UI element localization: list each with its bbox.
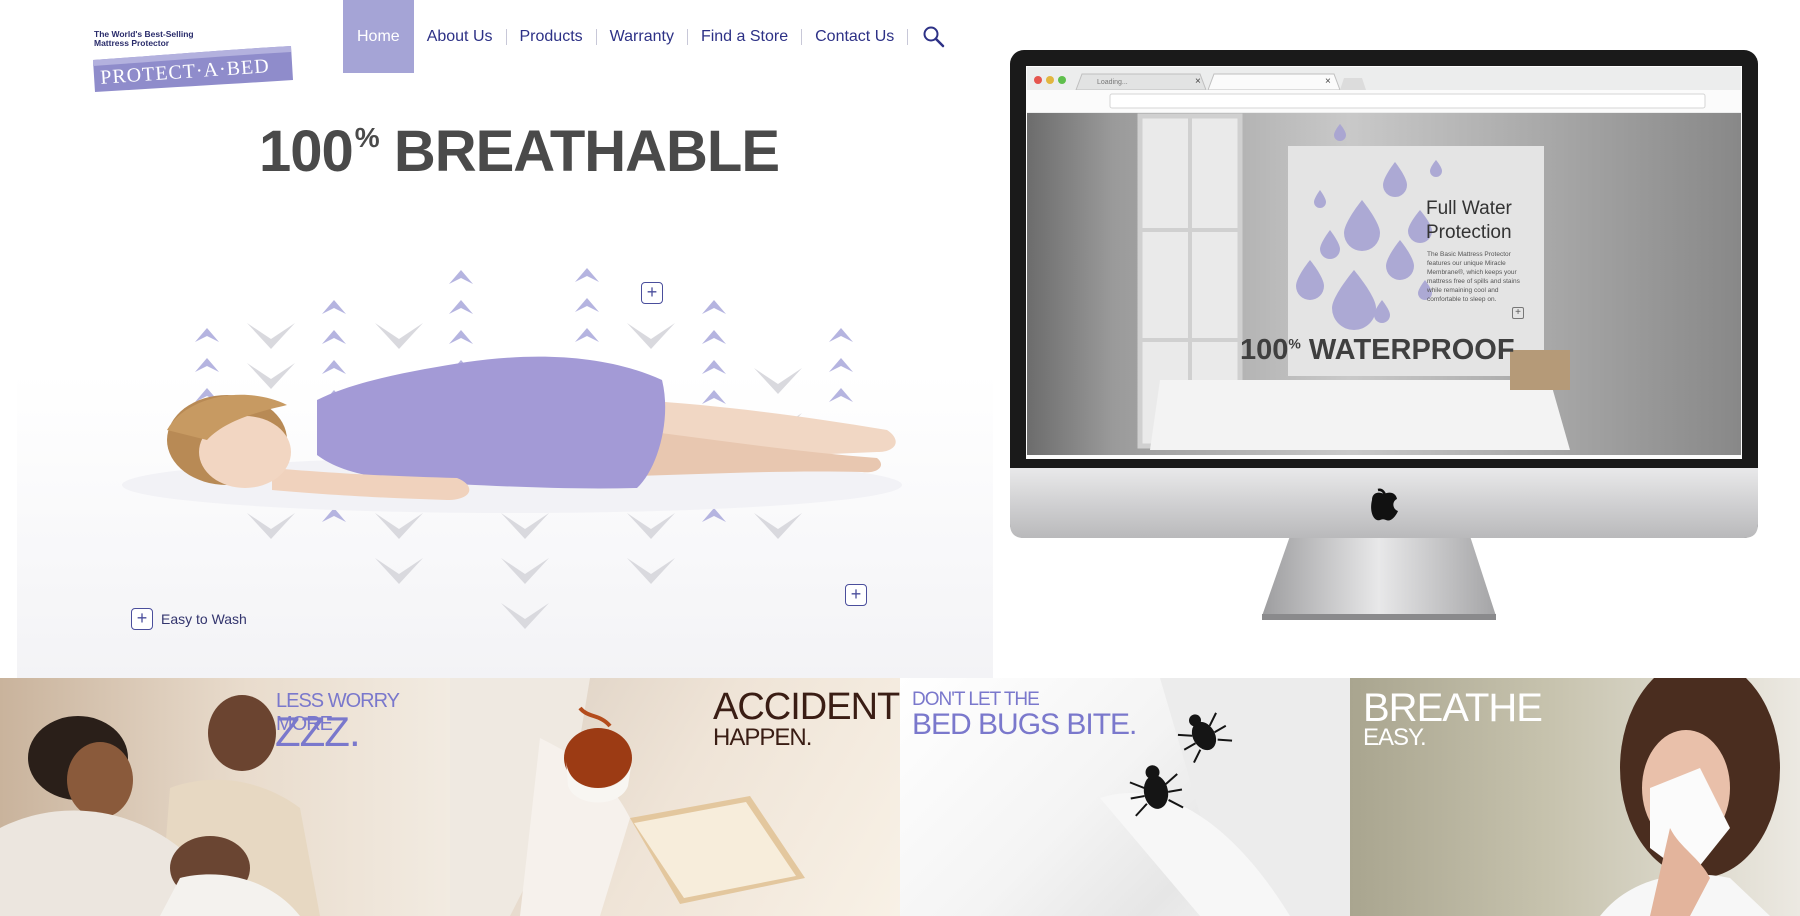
waterproof-number: 100 bbox=[1240, 334, 1289, 366]
promo-panel-less-worry[interactable]: LESS WORRY MORE ZZZ. bbox=[0, 678, 450, 916]
overlay-body-text: The Basic Mattress Protector features ou… bbox=[1427, 251, 1520, 303]
nav-products[interactable]: Products bbox=[507, 0, 596, 73]
promo-panel-accidents[interactable]: ACCIDENTS HAPPEN. bbox=[450, 678, 900, 916]
hero-section: The World's Best-Selling Mattress Protec… bbox=[17, 0, 993, 678]
tab-close-icon[interactable]: × bbox=[1325, 76, 1331, 87]
waterproof-word: WATERPROOF bbox=[1308, 334, 1515, 366]
nav-find-a-store[interactable]: Find a Store bbox=[688, 0, 801, 73]
search-button[interactable] bbox=[908, 0, 960, 73]
brand-logo[interactable]: The World's Best-Selling Mattress Protec… bbox=[75, 30, 295, 94]
promo-panel-bed-bugs[interactable]: DON'T LET THE BED BUGS BITE. bbox=[900, 678, 1350, 916]
nav-about-us[interactable]: About Us bbox=[414, 0, 506, 73]
easy-wash-label[interactable]: Easy to Wash bbox=[161, 611, 247, 627]
easy-wash-plus-button[interactable]: + bbox=[131, 608, 153, 630]
search-icon bbox=[923, 26, 945, 47]
headline-number: 100 bbox=[259, 119, 354, 184]
overlay-plus-button[interactable]: + bbox=[1512, 307, 1524, 319]
panel1-line2: ZZZ. bbox=[275, 708, 361, 755]
nav-contact-us[interactable]: Contact Us bbox=[802, 0, 907, 73]
overlay-title-line2: Protection bbox=[1426, 222, 1512, 243]
hero-headline: 100% BREATHABLE bbox=[259, 118, 780, 185]
hotspot-plus-button[interactable]: + bbox=[641, 282, 663, 304]
nav-home[interactable]: Home bbox=[343, 0, 414, 73]
page: The World's Best-Selling Mattress Protec… bbox=[0, 0, 1800, 916]
browser-tab-loading[interactable]: Loading... bbox=[1097, 79, 1128, 86]
waterproof-percent: % bbox=[1288, 335, 1301, 352]
headline-percent: % bbox=[354, 122, 380, 153]
waterproof-headline: 100% WATERPROOF bbox=[1240, 334, 1515, 367]
overlay-title-line1: Full Water bbox=[1426, 198, 1512, 219]
nav-warranty[interactable]: Warranty bbox=[597, 0, 687, 73]
headline-word: BREATHABLE bbox=[393, 119, 780, 184]
panel3-line2: BED BUGS BITE. bbox=[912, 708, 1137, 741]
hotspot-plus-button[interactable]: + bbox=[845, 584, 867, 606]
promo-strip: LESS WORRY MORE ZZZ. ACCIDENTS HAPPEN. bbox=[0, 678, 1800, 916]
panel2-line1: ACCIDENTS bbox=[713, 686, 900, 728]
promo-panel-breathe-easy[interactable]: BREATHE EASY. bbox=[1350, 678, 1800, 916]
panel2-line2: HAPPEN. bbox=[713, 724, 812, 751]
panel4-line2: EASY. bbox=[1363, 724, 1427, 751]
breathable-arrows-graphic bbox=[122, 268, 902, 629]
main-nav: Home About Us Products Warranty Find a S… bbox=[343, 0, 960, 73]
overlay-title: Full Water Protection bbox=[1426, 197, 1512, 245]
tab-close-icon[interactable]: × bbox=[1195, 76, 1201, 87]
